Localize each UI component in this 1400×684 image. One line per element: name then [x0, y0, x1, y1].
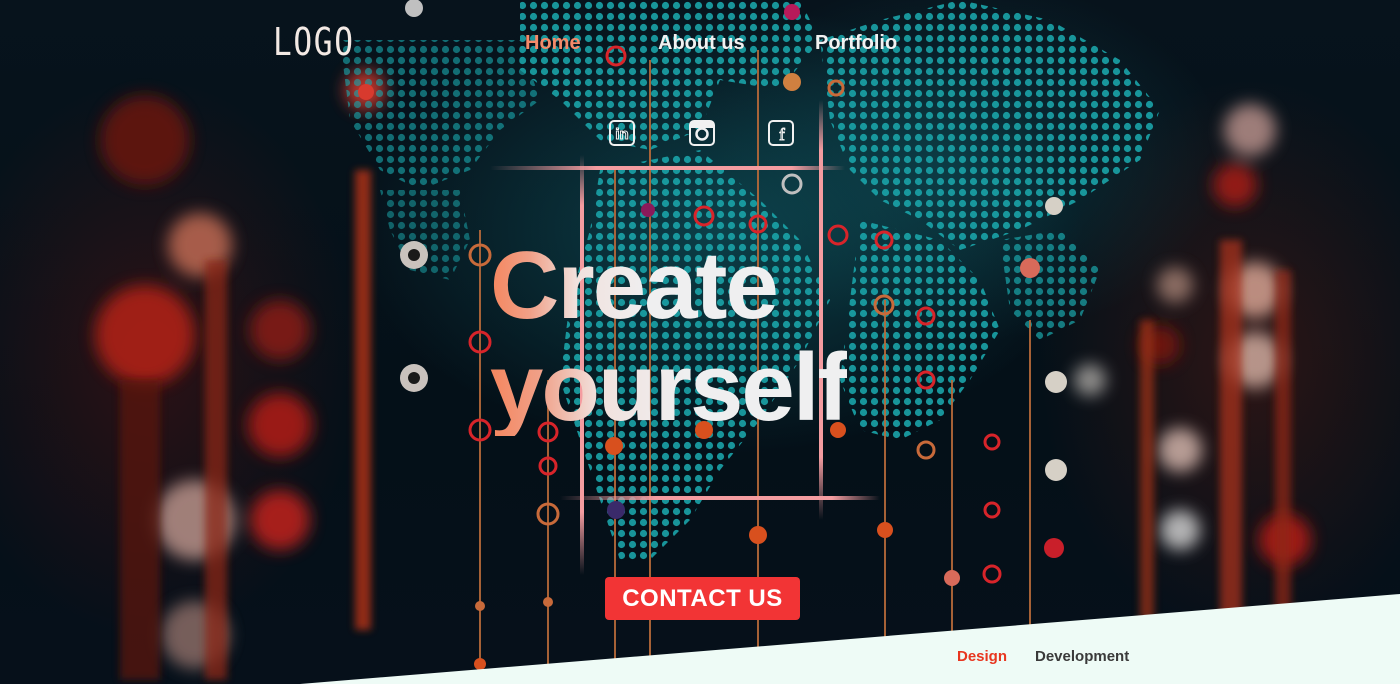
- tab-design[interactable]: Design: [957, 648, 1007, 665]
- hero-section: LOGO Home About us Portfolio in f Create…: [0, 0, 1400, 684]
- tab-development[interactable]: Development: [1035, 648, 1129, 665]
- bottom-panel: [300, 594, 1400, 684]
